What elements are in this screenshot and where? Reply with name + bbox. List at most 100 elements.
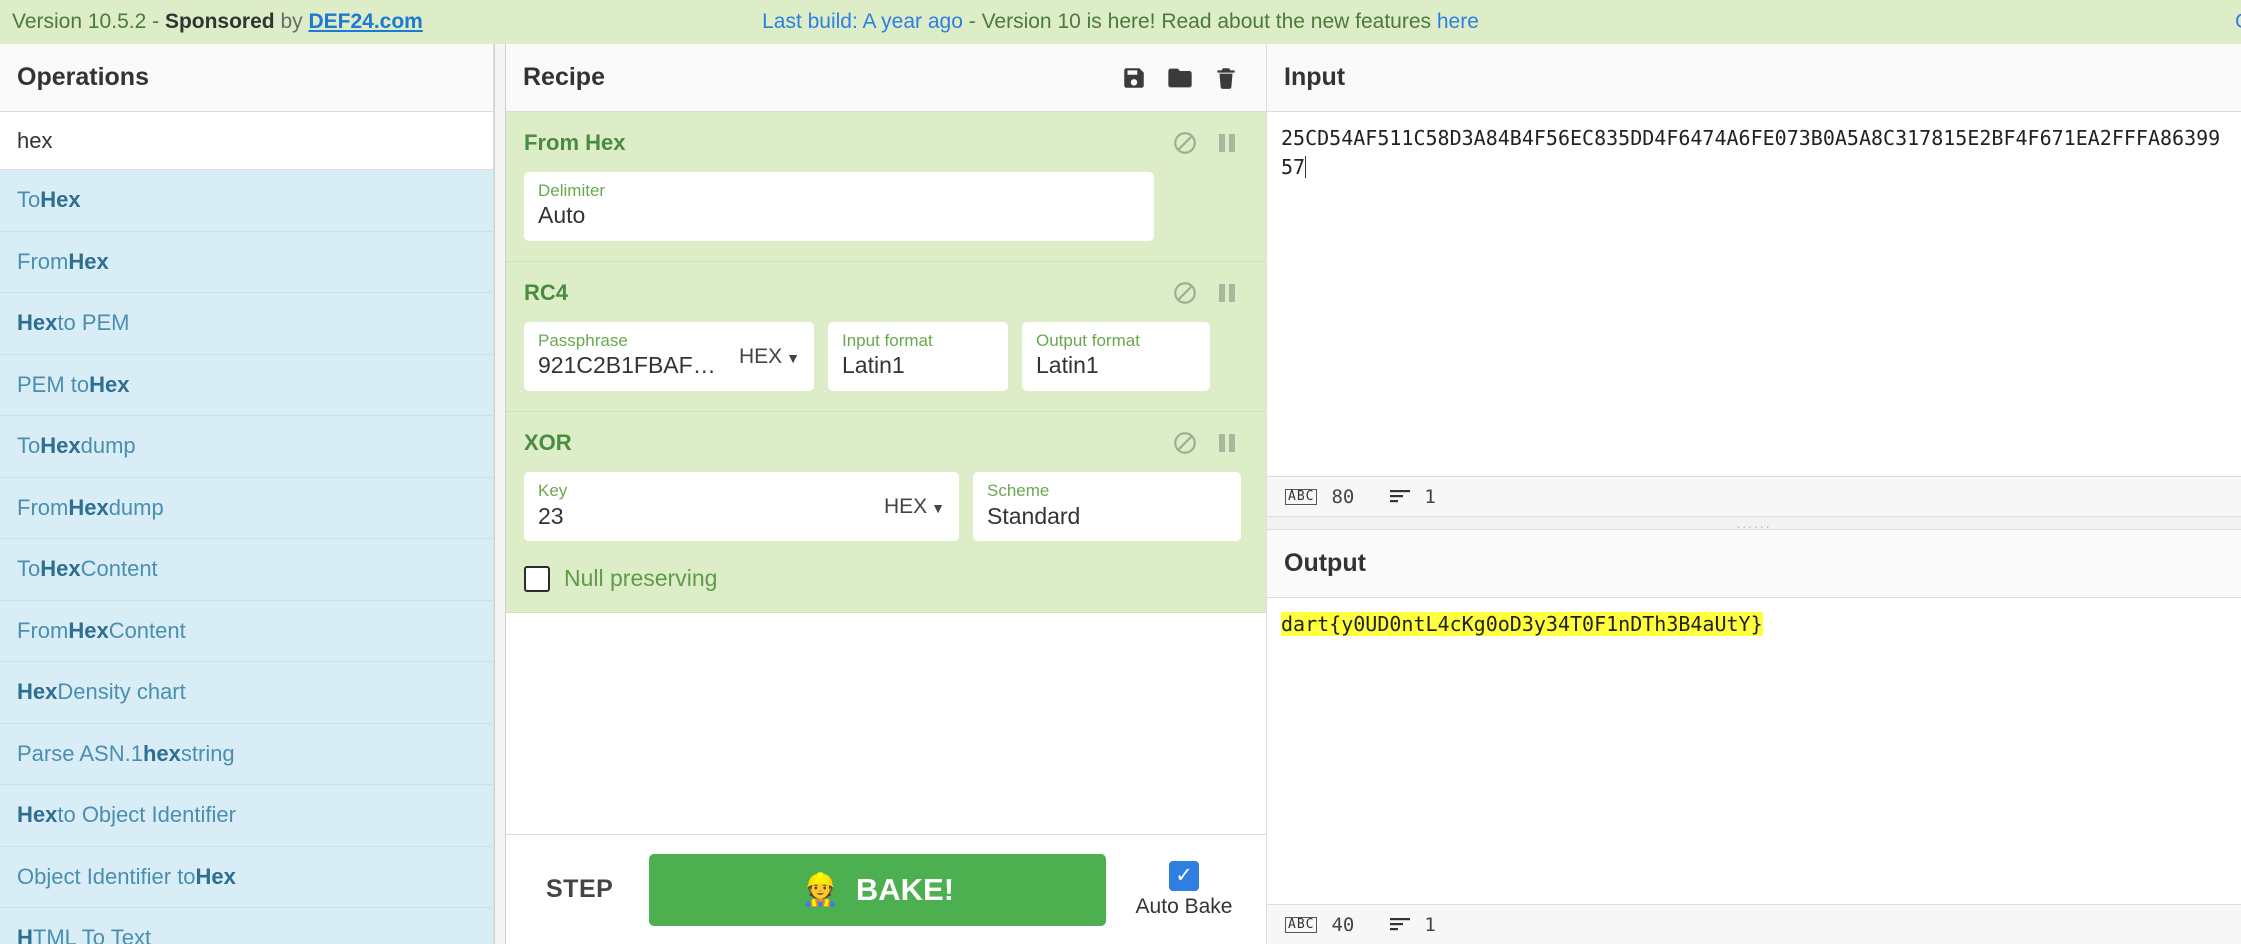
auto-bake-label: Auto Bake bbox=[1135, 894, 1233, 918]
op-label-post: dump bbox=[80, 433, 136, 459]
dropdown-label: HEX bbox=[883, 494, 928, 518]
operation-list-item[interactable]: To Hex dump bbox=[0, 416, 493, 478]
ingredient-field[interactable]: Delimiter Auto bbox=[524, 172, 1154, 242]
top-banner: Version 10.5.2 - Sponsored by DEF24.com … bbox=[0, 0, 2241, 44]
disable-operation-icon[interactable] bbox=[1164, 426, 1206, 460]
folder-icon[interactable] bbox=[1157, 55, 1203, 101]
input-textarea[interactable]: 25CD54AF511C58D3A84B4F56EC835DD4F6474A6F… bbox=[1267, 112, 2241, 476]
ingredient-row: Delimiter Auto bbox=[524, 172, 1248, 242]
op-label-pre: To bbox=[17, 433, 41, 459]
banner-sponsor-text: Version 10.5.2 - Sponsored by DEF24.com bbox=[0, 10, 423, 34]
operation-list-item[interactable]: From Hex dump bbox=[0, 477, 493, 539]
recipe-operation[interactable]: RC4 Passphrase 921C2B1FBAF… HEX ▼ Input forma… bbox=[506, 262, 1266, 413]
operations-panel: Operations To HexFrom HexHex to PEMPEM t… bbox=[0, 44, 494, 944]
line-count-icon bbox=[1390, 486, 1411, 508]
output-textarea[interactable]: dart{y0UD0ntL4cKg0oD3y34T0F1nDTh3B4aUtY} bbox=[1267, 598, 2241, 904]
recipe-operation[interactable]: From Hex Delimiter Auto bbox=[506, 112, 1266, 263]
io-panel: Input 25CD54AF511C58D3A84B4F56EC835DD4F6… bbox=[1266, 44, 2241, 944]
recipe-operation-header: From Hex bbox=[524, 126, 1248, 160]
io-splitter[interactable]: ...... bbox=[1267, 516, 2241, 530]
ingredient-label: Scheme bbox=[987, 481, 1050, 501]
op-label-match: Hex bbox=[195, 863, 236, 889]
operation-list-item[interactable]: H TML To Text bbox=[0, 908, 493, 944]
operation-list-item[interactable]: Hex Density chart bbox=[0, 662, 493, 724]
ingredient-value[interactable]: Standard bbox=[987, 502, 1227, 532]
operation-list-item[interactable]: Object Identifier to Hex bbox=[0, 846, 493, 908]
operation-list-item[interactable]: To Hex Content bbox=[0, 539, 493, 601]
disable-operation-icon[interactable] bbox=[1164, 276, 1206, 310]
op-label-pre: From bbox=[17, 494, 69, 520]
op-label-post: to Object Identifier bbox=[57, 802, 236, 828]
ingredient-format-dropdown[interactable]: HEX ▼ bbox=[884, 495, 945, 519]
breakpoint-pause-icon[interactable] bbox=[1206, 276, 1248, 310]
output-title: Output bbox=[1267, 530, 2241, 598]
ingredient-field[interactable]: Passphrase 921C2B1FBAF… HEX ▼ bbox=[524, 322, 814, 392]
ingredient-field[interactable]: Key 23 HEX ▼ bbox=[524, 472, 959, 542]
save-icon[interactable] bbox=[1111, 55, 1157, 101]
recipe-panel: Recipe From Hex Delimiter Auto RC4 Passphras… bbox=[506, 44, 1266, 944]
search-input[interactable] bbox=[0, 112, 493, 170]
breakpoint-pause-icon[interactable] bbox=[1206, 426, 1248, 460]
input-line-count: 1 bbox=[1424, 485, 1436, 508]
char-count-icon: ABC bbox=[1285, 488, 1318, 505]
chevron-down-icon: ▼ bbox=[786, 349, 800, 366]
ingredient-value[interactable]: Latin1 bbox=[1036, 351, 1196, 381]
auto-bake-checkbox[interactable]: ✓ bbox=[1169, 860, 1199, 891]
ops-recipe-splitter[interactable] bbox=[494, 44, 506, 944]
bake-button[interactable]: 👷 BAKE! bbox=[649, 853, 1106, 926]
null-preserving-checkbox[interactable] bbox=[524, 565, 550, 592]
ingredient-label: Input format bbox=[842, 331, 933, 351]
recipe-operation-name: RC4 bbox=[524, 280, 569, 306]
operation-list-item[interactable]: From Hex bbox=[0, 231, 493, 293]
op-label-match: Hex bbox=[17, 802, 58, 828]
op-label-pre: To bbox=[17, 187, 41, 213]
input-pane: Input 25CD54AF511C58D3A84B4F56EC835DD4F6… bbox=[1267, 44, 2241, 516]
output-value: dart{y0UD0ntL4cKg0oD3y34T0F1nDTh3B4aUtY} bbox=[1281, 612, 1763, 636]
options-link[interactable]: Opt bbox=[2235, 10, 2241, 34]
ingredient-row: Key 23 HEX ▼ Scheme Standard bbox=[524, 472, 1248, 542]
output-status-bar: ABC 40 1 bbox=[1267, 904, 2241, 944]
ingredient-row: Passphrase 921C2B1FBAF… HEX ▼ Input format La… bbox=[524, 322, 1248, 392]
line-count-icon bbox=[1390, 914, 1411, 936]
banner-build-info: Last build: A year ago - Version 10 is h… bbox=[762, 10, 1479, 34]
step-button[interactable]: STEP bbox=[528, 875, 631, 904]
op-label-post: Content bbox=[108, 617, 186, 643]
last-build-link[interactable]: Last build: A year ago bbox=[762, 10, 963, 33]
ingredient-value[interactable]: Latin1 bbox=[842, 351, 994, 381]
operation-list-item[interactable]: Hex to Object Identifier bbox=[0, 785, 493, 847]
operation-list-item[interactable]: From Hex Content bbox=[0, 600, 493, 662]
breakpoint-pause-icon[interactable] bbox=[1206, 126, 1248, 160]
dropdown-label: HEX bbox=[738, 344, 783, 368]
new-features-link[interactable]: here bbox=[1437, 10, 1479, 33]
op-label-match: Hex bbox=[17, 310, 58, 336]
op-label-match: Hex bbox=[68, 248, 109, 274]
op-label-pre: Object Identifier to bbox=[17, 863, 196, 889]
operation-list-item[interactable]: PEM to Hex bbox=[0, 354, 493, 416]
recipe-operation[interactable]: XOR Key 23 HEX ▼ Scheme Standard Null preservin… bbox=[506, 412, 1266, 614]
ingredient-field[interactable]: Output format Latin1 bbox=[1022, 322, 1210, 392]
ingredient-field[interactable]: Input format Latin1 bbox=[828, 322, 1008, 392]
app-version: Version 10.5.2 bbox=[12, 10, 147, 33]
op-label-post: dump bbox=[108, 494, 164, 520]
trash-icon[interactable] bbox=[1203, 55, 1249, 101]
operation-list-item[interactable]: Parse ASN.1 hex string bbox=[0, 723, 493, 785]
op-label-match: Hex bbox=[40, 556, 81, 582]
sponsor-link[interactable]: DEF24.com bbox=[308, 10, 422, 33]
recipe-operation-name: From Hex bbox=[524, 130, 626, 155]
op-label-post: string bbox=[180, 740, 235, 766]
disable-operation-icon[interactable] bbox=[1164, 126, 1206, 160]
auto-bake-toggle[interactable]: ✓ Auto Bake bbox=[1124, 860, 1244, 919]
operation-list-item[interactable]: To Hex bbox=[0, 170, 493, 232]
ingredient-format-dropdown[interactable]: HEX ▼ bbox=[739, 345, 800, 369]
ingredient-checkbox-row[interactable]: Null preserving bbox=[524, 565, 1248, 592]
ingredient-value[interactable]: Auto bbox=[538, 201, 1140, 231]
banner-by-word: by bbox=[274, 10, 309, 33]
op-label-pre: To bbox=[17, 556, 41, 582]
output-line-count: 1 bbox=[1424, 913, 1436, 936]
ingredient-field[interactable]: Scheme Standard bbox=[973, 472, 1241, 542]
op-label-post: TML To Text bbox=[32, 925, 152, 944]
main-area: Operations To HexFrom HexHex to PEMPEM t… bbox=[0, 44, 2241, 944]
recipe-operation-name: XOR bbox=[524, 430, 572, 456]
op-label-post: Content bbox=[80, 556, 158, 582]
operation-list-item[interactable]: Hex to PEM bbox=[0, 293, 493, 355]
